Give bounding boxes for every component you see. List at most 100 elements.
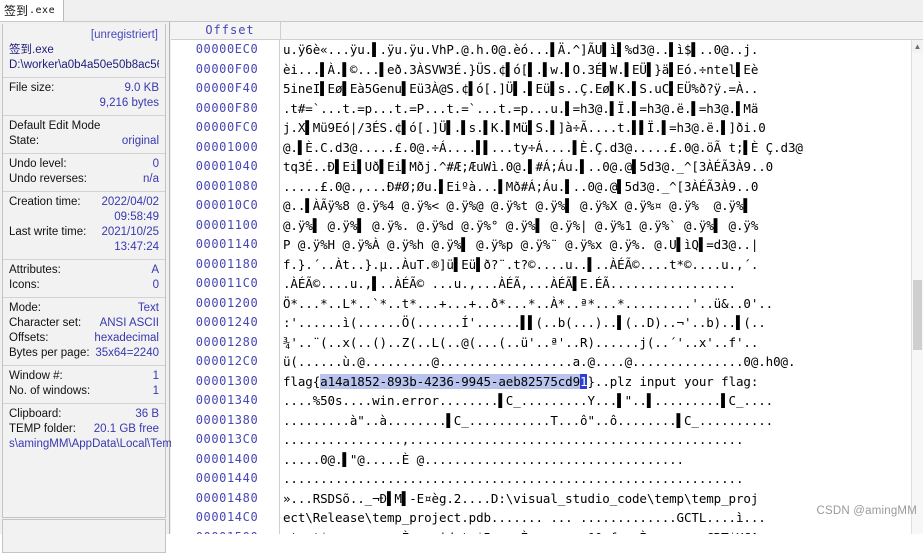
offset-value: 00001080 <box>195 178 259 193</box>
label-state: State: <box>9 135 40 147</box>
offset-value: 000014C0 <box>195 510 259 524</box>
text-line[interactable]: .t#=`...t.=p...t.=P...t.=`...t.=p...u.▌=… <box>281 99 913 119</box>
value-temp-folder-free: 20.1 GB free <box>93 423 159 435</box>
row-num-windows: No. of windows: 1 <box>9 384 159 399</box>
flag-selection[interactable]: a14a1852-893b-4236-9945-aeb82575cd9 <box>320 373 580 389</box>
column-header: Offset <box>171 22 923 40</box>
offset-value: 00001240 <box>195 315 259 329</box>
info-section-undo: Undo level: 0 Undo reverses: n/a <box>3 154 165 192</box>
row-charset: Character set: ANSI ASCII <box>9 316 159 331</box>
value-clipboard: 36 B <box>135 408 159 420</box>
text-line[interactable]: ........................................… <box>281 469 913 489</box>
text-line[interactable]: ¾'..¨(..x(..()..Z(..L(..@(...(..ü'..ª'..… <box>281 333 913 353</box>
value-last-write-clock: 13:47:24 <box>114 241 159 253</box>
offset-value: 00001400 <box>195 451 259 466</box>
column-divider <box>280 22 281 39</box>
row-file-size: File size: 9.0 KB <box>9 81 159 96</box>
offset-value: 00001040 <box>195 159 259 173</box>
text-line[interactable]: j.X▌Mü9Eó|/3ÉS.¢▌ó[.]Ü▌.▌s.▌K.▌Mü▌S.▌]à÷… <box>281 118 913 138</box>
offset-value: 00001440 <box>195 471 259 485</box>
value-bytes-per-page: 35x64=2240 <box>95 347 159 359</box>
row-state: State: original <box>9 134 159 149</box>
offset-value: 00001140 <box>195 237 259 251</box>
tab-file-name: 签到 <box>4 4 29 18</box>
value-charset: ANSI ASCII <box>99 317 159 329</box>
offset-value: 00001000 <box>195 139 259 154</box>
offset-value: 000012C0 <box>195 354 259 368</box>
text-line[interactable]: tq3É..Ð▌Ei▌Uð▌Ei▌Mðj.^#Æ;ÆuWì.0@.▌#Á;Áu.… <box>281 157 913 177</box>
tab-file[interactable]: 签到 .exe <box>0 0 65 21</box>
vertical-scrollbar[interactable]: ▲ <box>911 40 923 534</box>
row-mode: Mode: Text <box>9 301 159 316</box>
text-line[interactable]: @.▌È.C.d3@.....£.0@.÷Á....▌▌...ty÷Á....▌… <box>281 138 913 158</box>
info-section-clipboard-temp: Clipboard: 36 B TEMP folder: 20.1 GB fre… <box>3 404 178 456</box>
text-line[interactable]: .....£.0@.,...Ð#Ø;Øu.▌Eiºà...▌Mð#Á;Áu.▌.… <box>281 177 913 197</box>
offset-column-header: Offset <box>205 23 255 37</box>
text-line[interactable]: ....%50s....win.error........▌C_........… <box>281 391 913 411</box>
tab-bar: 签到 .exe <box>0 0 923 22</box>
hex-viewer[interactable]: Offset 00000EC0 00000F00 00000F40 00000F80 0… <box>171 22 923 534</box>
offset-value: 00001200 <box>195 295 259 310</box>
file-path: D:\worker\a0b4a50e50b8ac569 <box>9 59 159 71</box>
text-line[interactable]: ü(......ù.@.........@..................a… <box>281 352 913 372</box>
flag-prefix: flag{ <box>283 373 321 389</box>
info-section-windows: Window #: 1 No. of windows: 1 <box>3 366 165 404</box>
offset-value: 00001300 <box>195 373 259 388</box>
text-line[interactable]: ect\Release\temp_project.pdb....... ... … <box>281 508 913 528</box>
label-undo-reverses: Undo reverses: <box>9 173 87 185</box>
text-column[interactable]: u.ÿ6è«...ÿu.▌.ÿu.ÿu.VhP.@.h.0@.èó...▌Ä.^… <box>281 40 913 534</box>
offset-value: 00000FC0 <box>195 120 259 134</box>
text-line[interactable]: f.}.´..Àt..}.µ..ÀuT.®]ü▌Eü▌ð?¨.t?©....u.… <box>281 255 913 275</box>
text-line[interactable]: @.ÿ%▌ @.ÿ%▌ @.ÿ%. @.ÿ%d @.ÿ%° @.ÿ%▌ @.ÿ%… <box>281 216 913 236</box>
text-line[interactable]: @..▌ÀÃÿ%8 @.ÿ%4 @.ÿ%< @.ÿ%@ @.ÿ%t @.ÿ%▌ … <box>281 196 913 216</box>
scroll-up-arrow[interactable]: ▲ <box>912 40 923 53</box>
info-section-times: Creation time: 2022/04/02 09:58:49 Last … <box>3 192 165 260</box>
label-attributes: Attributes: <box>9 264 61 276</box>
offset-column: 00000EC0 00000F00 00000F40 00000F80 00000FC0… <box>171 40 280 534</box>
text-line[interactable]: .ÀÉÃ©....u.,▌..ÀÉÃ© ...u.,...ÀÉÃ,...ÀÉÃ▌… <box>281 274 913 294</box>
text-line[interactable]: ................,.......................… <box>281 430 913 450</box>
offset-value: 00001180 <box>195 256 259 271</box>
text-line[interactable]: .....0@.▌"@.....È @.....................… <box>281 450 913 470</box>
text-line[interactable]: .text$mn..... ..È....idata$5....È ......… <box>281 528 913 535</box>
text-line[interactable]: .........à"..à........▌C_...........T...… <box>281 411 913 431</box>
offset-value: 000010C0 <box>195 198 259 212</box>
row-undo-reverses: Undo reverses: n/a <box>9 172 159 187</box>
offset-value: 000011C0 <box>195 276 259 290</box>
info-section-size: File size: 9.0 KB 9,216 bytes <box>3 78 165 116</box>
value-num-windows: 1 <box>152 385 159 397</box>
text-line[interactable]: 5ineI▌Eø▌Eà5Genu▌Eü3À@S.¢▌ó[.]Ü▌.▌Eü▌s..… <box>281 79 913 99</box>
info-panel-empty-card <box>2 519 166 553</box>
hex-editor-window: 签到 .exe [unregistriert] 签到.exe D:\worker\… <box>0 0 923 553</box>
label-window-number: Window #: <box>9 370 63 382</box>
offset-value: 00000F40 <box>195 81 259 95</box>
value-state: original <box>121 135 159 147</box>
label-bytes-per-page: Bytes per page: <box>9 347 90 359</box>
row-last-write-time: Last write time: 2021/10/25 <box>9 225 159 240</box>
row-offsets: Offsets: hexadecimal <box>9 331 159 346</box>
label-undo-level: Undo level: <box>9 158 67 170</box>
text-line[interactable]: P @.ÿ%H @.ÿ%À @.ÿ%h @.ÿ%▌ @.ÿ%p @.ÿ%¨ @.… <box>281 235 913 255</box>
text-line-flag[interactable]: flag{a14a1852-893b-4236-9945-aeb82575cd9… <box>281 372 913 392</box>
row-icons: Icons: 0 <box>9 278 159 293</box>
text-line[interactable]: èi...▌À.▌©...▌eð.3ÀSVW3É.}ÜS.¢▌ó[▌.▌w.▌O… <box>281 60 913 80</box>
value-file-size-bytes: 9,216 bytes <box>99 97 159 109</box>
scrollbar-thumb[interactable] <box>913 280 922 350</box>
tab-file-ext: .exe <box>29 5 56 16</box>
label-creation-time: Creation time: <box>9 196 81 208</box>
offset-value: 00001280 <box>195 334 259 349</box>
offset-value: 00000F00 <box>195 61 259 76</box>
text-line[interactable]: :'......ì(......Ö(......Í'......▌▌(..b(.… <box>281 313 913 333</box>
label-clipboard: Clipboard: <box>9 408 62 420</box>
row-creation-time: Creation time: 2022/04/02 <box>9 195 159 210</box>
offset-value: 00001100 <box>195 217 259 232</box>
text-line[interactable]: u.ÿ6è«...ÿu.▌.ÿu.ÿu.VhP.@.h.0@.èó...▌Ä.^… <box>281 40 913 60</box>
row-bytes-per-page: Bytes per page: 35x64=2240 <box>9 346 159 361</box>
value-undo-reverses: n/a <box>143 173 159 185</box>
text-line[interactable]: »...RSDSõ.._¬Ð▌M▌-E¤èg.2....D:\visual_st… <box>281 489 913 509</box>
offset-value: 00001380 <box>195 412 259 427</box>
offset-value: 00001340 <box>195 393 259 407</box>
value-offsets: hexadecimal <box>94 332 159 344</box>
row-default-edit-mode: Default Edit Mode <box>9 119 159 134</box>
text-line[interactable]: Ö*...*..L*..`*..t*...+...+..ð*...*..À*..… <box>281 294 913 314</box>
